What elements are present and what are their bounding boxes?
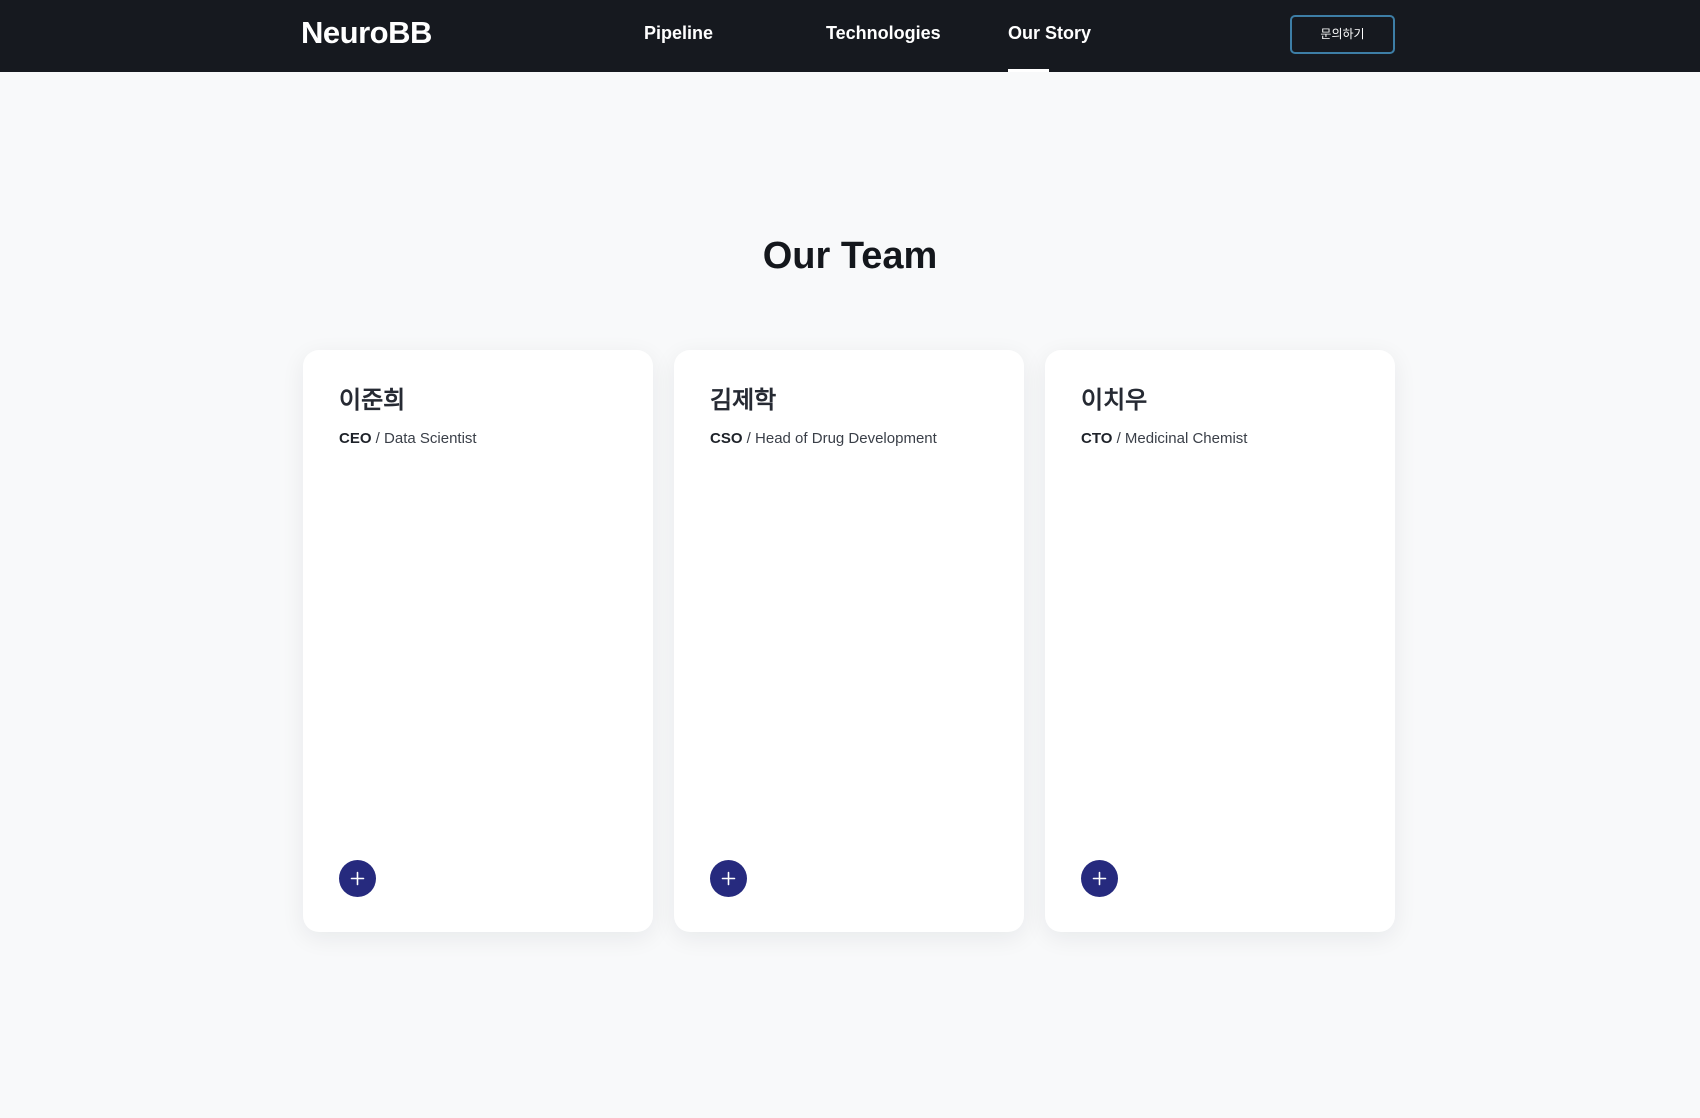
nav-item-technologies[interactable]: Technologies <box>826 22 941 44</box>
member-name: 이준희 <box>339 386 406 414</box>
team-member-card: 이준희 CEO / Data Scientist <box>303 350 653 932</box>
logo[interactable]: NeuroBB <box>301 14 432 52</box>
plus-icon <box>1092 871 1107 886</box>
member-role-separator: / <box>1112 430 1125 447</box>
member-role: CSO / Head of Drug Development <box>710 430 937 448</box>
member-name: 이치우 <box>1081 386 1148 414</box>
top-navigation-bar: NeuroBB Pipeline Technologies Our Story … <box>0 0 1700 72</box>
team-member-card: 이치우 CTO / Medicinal Chemist <box>1045 350 1395 932</box>
active-nav-indicator <box>1008 69 1049 72</box>
member-role-title: Medicinal Chemist <box>1124 430 1248 447</box>
section-title: Our Team <box>762 235 938 277</box>
member-role-separator: / <box>742 430 756 447</box>
member-role-title: Head of Drug Development <box>755 430 937 447</box>
member-role-abbr: CTO <box>1081 430 1113 447</box>
nav-item-our-story[interactable]: Our Story <box>1008 22 1091 44</box>
nav-item-pipeline[interactable]: Pipeline <box>644 22 713 44</box>
member-role-abbr: CEO <box>339 430 372 447</box>
contact-button[interactable]: 문의하기 <box>1290 15 1395 54</box>
plus-icon <box>721 871 736 886</box>
member-role-title: Data Scientist <box>384 430 477 447</box>
expand-member-button[interactable] <box>339 860 376 897</box>
member-role: CEO / Data Scientist <box>339 430 477 448</box>
member-role: CTO / Medicinal Chemist <box>1081 430 1247 448</box>
member-role-separator: / <box>371 430 385 447</box>
expand-member-button[interactable] <box>1081 860 1118 897</box>
plus-icon <box>350 871 365 886</box>
team-member-card: 김제학 CSO / Head of Drug Development <box>674 350 1024 932</box>
member-name: 김제학 <box>710 386 777 414</box>
expand-member-button[interactable] <box>710 860 747 897</box>
member-role-abbr: CSO <box>710 430 743 447</box>
